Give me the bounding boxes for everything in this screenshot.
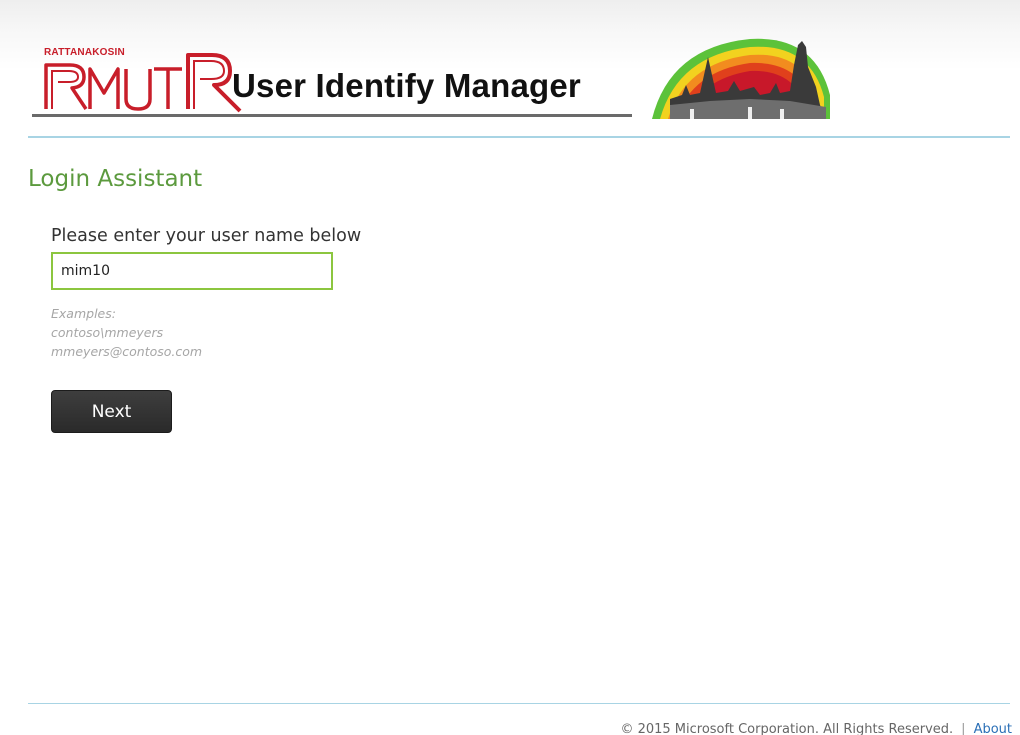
rmutr-logo: RATTANAKOSIN User Identify Manager bbox=[32, 35, 832, 120]
header-divider bbox=[28, 136, 1010, 138]
examples-heading: Examples: bbox=[51, 306, 116, 321]
example-domain-format: contoso\mmeyers bbox=[51, 325, 164, 340]
username-input[interactable] bbox=[51, 252, 333, 290]
logo-underline bbox=[32, 114, 632, 117]
page-title: Login Assistant bbox=[28, 166, 203, 192]
example-email-format: mmeyers@contoso.com bbox=[51, 344, 203, 359]
app-title: User Identify Manager bbox=[232, 67, 581, 104]
rmutr-letters-logo bbox=[44, 53, 242, 113]
temple-rainbow-logo-art bbox=[652, 38, 830, 119]
page-footer: © 2015 Microsoft Corporation. All Rights… bbox=[620, 722, 1012, 735]
username-prompt-label: Please enter your user name below bbox=[51, 226, 362, 246]
footer-separator: | bbox=[961, 722, 966, 735]
login-assistant-page: RATTANAKOSIN User Identify Manager Login… bbox=[0, 0, 1020, 735]
next-button[interactable]: Next bbox=[51, 390, 172, 433]
about-link[interactable]: About bbox=[974, 722, 1012, 735]
site-header: RATTANAKOSIN User Identify Manager bbox=[25, 35, 1010, 125]
username-examples: Examples: contoso\mmeyers mmeyers@contos… bbox=[51, 304, 202, 361]
copyright-text: © 2015 Microsoft Corporation. All Rights… bbox=[620, 722, 954, 735]
footer-divider bbox=[28, 703, 1010, 704]
